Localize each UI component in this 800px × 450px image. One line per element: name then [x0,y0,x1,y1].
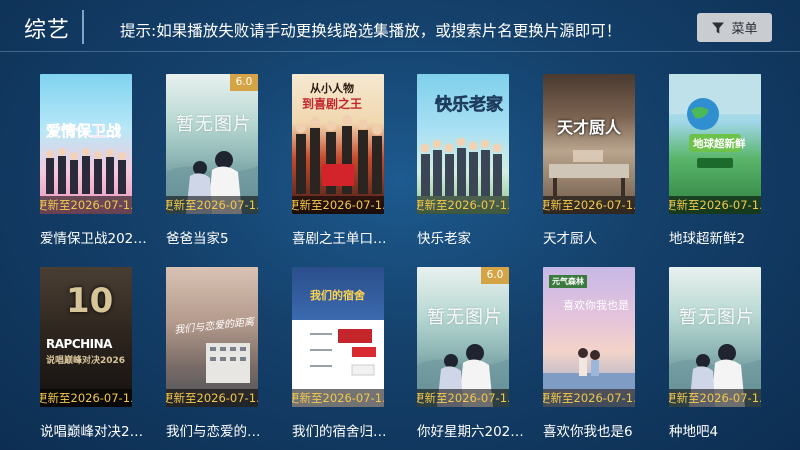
poster-number: 10 [66,281,114,321]
show-card[interactable]: 元气森林 喜欢你我也是 更新至2026-07-1… 喜欢你我也是6 [543,267,669,440]
poster: 地球超新鲜 更新至2026-07-1… [669,74,761,214]
update-label: 更新至2026-07-1… [417,196,509,214]
poster: 我们的宿舍 更新至2026-07-1… [292,267,384,407]
kitchen-illustration [549,150,629,196]
no-image-text: 暂无图片 [176,114,252,135]
show-grid: 爱情保卫战 更新至2026-07-1… 爱情保卫战202… 暂无图片 6.0 更… [0,0,800,450]
update-label: 更新至2026-07-1… [40,196,132,214]
score-badge: 6.0 [230,74,258,91]
poster-title: 地球超新鲜 [693,138,746,150]
show-title: 爸爸当家5 [166,231,229,247]
poster-title: 天才厨人 [557,118,622,137]
building-illustration [206,343,250,383]
show-card[interactable]: 天才厨人 更新至2026-07-1… 天才厨人 [543,74,669,247]
show-card[interactable]: 10 RAPCHINA 说唱巅峰对决2026 更新至2026-07-1… 说唱巅… [40,267,166,440]
no-image-text: 暂无图片 [427,307,503,328]
people-illustration [420,137,502,196]
show-card[interactable]: 暂无图片 6.0 更新至2026-07-1… 爸爸当家5 [166,74,292,247]
show-card[interactable]: 暂无图片 6.0 更新至2026-07-1… 你好星期六202… [417,267,543,440]
show-card[interactable]: 我们的宿舍 更新至2026-07-1… 我们的宿舍归… [292,267,418,440]
poster: 暂无图片 6.0 更新至2026-07-1… [417,267,509,407]
poster-title: 说唱巅峰对决2026 [46,356,126,366]
update-label: 更新至2026-07-1… [166,196,258,214]
update-label: 更新至2026-07-1… [292,389,384,407]
globe-illustration [669,74,761,168]
show-title: 爱情保卫战202… [40,231,147,247]
update-label: 更新至2026-07-1… [669,389,761,407]
show-title: 我们与恋爱的… [166,424,261,440]
poster-title-2: 到喜剧之王 [302,97,363,111]
poster: 暂无图片 6.0 更新至2026-07-1… [166,74,258,214]
show-title: 喜欢你我也是6 [543,424,633,440]
show-card[interactable]: 暂无图片 更新至2026-07-1… 种地吧4 [669,267,795,440]
poster: 元气森林 喜欢你我也是 更新至2026-07-1… [543,267,635,407]
poster: 天才厨人 更新至2026-07-1… [543,74,635,214]
show-title: 种地吧4 [669,424,719,440]
show-card[interactable]: 我们与恋爱的距离 更新至2026-07-1… 我们与恋爱的… [166,267,292,440]
poster: 我们与恋爱的距离 更新至2026-07-1… [166,267,258,407]
poster-title: 快乐老家 [435,95,504,116]
poster: 快乐老家 更新至2026-07-1… [417,74,509,214]
poster: 从小人物 到喜剧之王 更新至2026-07-1… [292,74,384,214]
show-title: 我们的宿舍归… [292,424,387,440]
update-label: 更新至2026-07-1… [543,389,635,407]
menu-illustration [310,329,376,376]
show-card[interactable]: 从小人物 到喜剧之王 更新至2026-07-1… 喜剧之王单口… [292,74,418,247]
no-image-text: 暂无图片 [679,307,755,328]
poster-title: 我们的宿舍 [310,289,365,302]
show-card[interactable]: 快乐老家 更新至2026-07-1… 快乐老家 [417,74,543,247]
score-badge: 6.0 [481,267,509,284]
update-label: 更新至2026-07-1… [40,389,132,407]
poster-subtitle: RAPCHINA [46,337,112,351]
poster: 10 RAPCHINA 说唱巅峰对决2026 更新至2026-07-1… [40,267,132,407]
update-label: 更新至2026-07-1… [543,196,635,214]
show-title: 快乐老家 [417,231,471,247]
show-title: 天才厨人 [543,231,597,247]
show-title: 说唱巅峰对决2… [40,424,144,440]
people-illustration [46,148,126,194]
update-label: 更新至2026-07-1… [669,196,761,214]
update-label: 更新至2026-07-1… [166,389,258,407]
show-title: 你好星期六202… [417,424,524,440]
poster: 爱情保卫战 更新至2026-07-1… [40,74,132,214]
couple-illustration [543,348,635,389]
update-label: 更新至2026-07-1… [417,389,509,407]
show-title: 喜剧之王单口… [292,231,387,247]
update-label: 更新至2026-07-1… [292,196,384,214]
people-illustration [296,115,382,194]
poster-title: 喜欢你我也是 [563,299,629,312]
show-card[interactable]: 爱情保卫战 更新至2026-07-1… 爱情保卫战202… [40,74,166,247]
poster-title-1: 从小人物 [310,82,354,95]
poster-title: 爱情保卫战 [46,122,122,141]
poster: 暂无图片 更新至2026-07-1… [669,267,761,407]
brand-logo: 元气森林 [549,275,587,288]
show-card[interactable]: 地球超新鲜 更新至2026-07-1… 地球超新鲜2 [669,74,795,247]
show-title: 地球超新鲜2 [669,231,746,247]
